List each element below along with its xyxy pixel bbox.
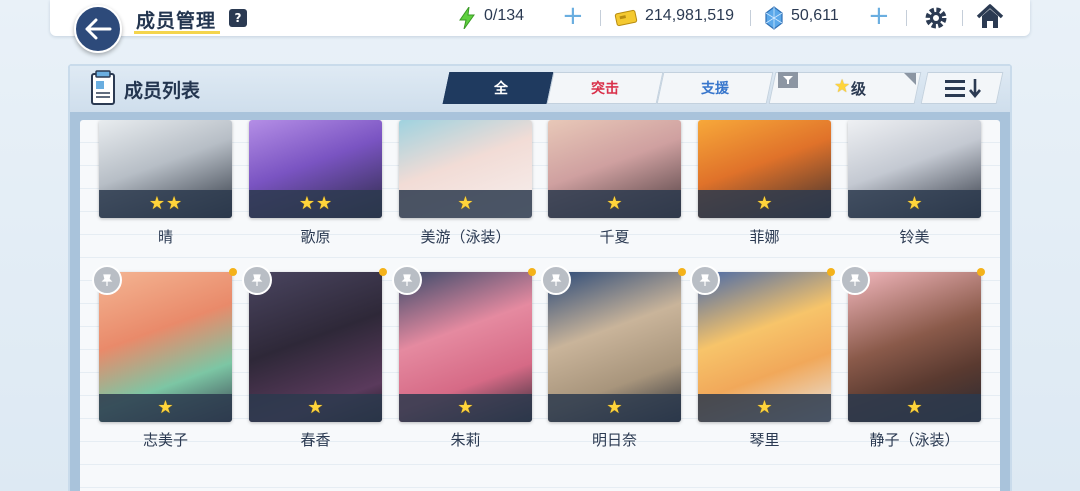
student-name: 菲娜 xyxy=(749,228,780,246)
star-bar: ★ xyxy=(698,190,831,218)
notification-dot xyxy=(977,268,985,276)
star-icon: ★ xyxy=(457,193,474,214)
student-portrait: ★ xyxy=(698,272,831,422)
star-icon: ★ xyxy=(316,193,333,214)
filter-label: 级 xyxy=(851,80,867,98)
notification-dot xyxy=(379,268,387,276)
star-bar: ★ xyxy=(848,190,981,218)
help-icon[interactable]: ? xyxy=(229,9,247,27)
add-pyroxene-button[interactable]: + xyxy=(868,3,890,29)
star-bar: ★ xyxy=(548,394,681,422)
star-bar: ★ xyxy=(848,394,981,422)
star-bar: ★ xyxy=(399,190,532,218)
student-portrait: ★ xyxy=(848,120,981,218)
add-ap-button[interactable]: + xyxy=(562,3,584,29)
student-portrait: ★ ★ xyxy=(249,120,382,218)
ap-value: 0/134 xyxy=(484,7,525,24)
star-icon: ★ xyxy=(756,397,773,418)
student-name: 春香 xyxy=(300,431,331,449)
corner-triangle-icon xyxy=(904,73,916,85)
notification-dot xyxy=(678,268,686,276)
star-icon: ★ xyxy=(457,397,474,418)
star-icon: ★ xyxy=(906,193,923,214)
gear-icon[interactable] xyxy=(923,5,949,31)
star-icon: ★ xyxy=(166,193,183,214)
student-name: 静子（泳装） xyxy=(869,431,960,449)
student-portrait: ★ xyxy=(548,120,681,218)
student-name: 铃美 xyxy=(899,228,930,246)
student-portrait: ★ xyxy=(399,120,532,218)
pin-icon[interactable] xyxy=(690,265,720,295)
student-portrait: ★ xyxy=(698,120,831,218)
student-name: 明日奈 xyxy=(591,431,637,449)
star-bar: ★ xyxy=(399,394,532,422)
star-icon: ★ xyxy=(606,193,623,214)
tab-all[interactable]: 全 xyxy=(442,72,560,104)
credit-icon xyxy=(614,9,638,27)
star-icon: ★ xyxy=(906,397,923,418)
student-portrait: ★ ★ xyxy=(99,120,232,218)
pin-icon[interactable] xyxy=(92,265,122,295)
student-portrait: ★ xyxy=(399,272,532,422)
lightning-icon xyxy=(459,7,475,29)
divider xyxy=(600,10,601,26)
pin-icon[interactable] xyxy=(840,265,870,295)
home-icon[interactable] xyxy=(976,4,1004,30)
tab-label: 支援 xyxy=(701,81,729,97)
star-bar: ★ ★ xyxy=(249,190,382,218)
credits-value: 214,981,519 xyxy=(645,7,734,24)
student-list[interactable]: ★ ★ 晴 ★ ★ 歌原 ★ 美游（泳装） ★ 千夏 ★ 菲娜 ★ 铃美 ★ 志… xyxy=(80,120,1000,491)
star-icon: ★ xyxy=(157,397,174,418)
tab-label: 全 xyxy=(494,81,508,97)
filter-icon xyxy=(778,72,798,88)
student-portrait: ★ xyxy=(848,272,981,422)
star-bar: ★ xyxy=(249,394,382,422)
star-icon: ★ xyxy=(606,397,623,418)
title-underline xyxy=(134,31,220,34)
student-name: 晴 xyxy=(157,228,173,246)
panel-title: 成员列表 xyxy=(124,80,201,102)
student-name: 歌原 xyxy=(300,228,331,246)
student-name: 志美子 xyxy=(142,431,188,449)
star-icon: ★ xyxy=(756,193,773,214)
student-name: 美游（泳装） xyxy=(420,228,511,246)
star-icon: ★ xyxy=(298,193,315,214)
star-bar: ★ xyxy=(698,394,831,422)
star-icon: ★ xyxy=(148,193,165,214)
page-title: 成员管理 xyxy=(136,10,217,32)
star-bar: ★ xyxy=(99,394,232,422)
student-portrait: ★ xyxy=(548,272,681,422)
back-button[interactable] xyxy=(74,5,122,53)
star-bar: ★ xyxy=(548,190,681,218)
arrow-left-icon xyxy=(85,18,112,40)
student-name: 琴里 xyxy=(749,431,780,449)
roster-icon xyxy=(91,70,115,105)
student-portrait: ★ xyxy=(99,272,232,422)
pyroxene-value: 50,611 xyxy=(791,7,839,24)
pin-icon[interactable] xyxy=(242,265,272,295)
divider xyxy=(906,10,907,26)
star-icon: ★ xyxy=(834,76,851,97)
star-icon: ★ xyxy=(307,397,324,418)
student-portrait: ★ xyxy=(249,272,382,422)
tab-striker[interactable]: 突击 xyxy=(546,72,664,104)
notification-dot xyxy=(229,268,237,276)
divider xyxy=(962,10,963,26)
student-name: 朱莉 xyxy=(450,431,481,449)
notification-dot xyxy=(827,268,835,276)
star-bar: ★ ★ xyxy=(99,190,232,218)
tab-label: 突击 xyxy=(591,81,619,97)
student-name: 千夏 xyxy=(599,228,630,246)
divider xyxy=(750,10,751,26)
pyroxene-icon xyxy=(765,6,783,30)
pin-icon[interactable] xyxy=(392,265,422,295)
sort-icon xyxy=(945,79,981,98)
notification-dot xyxy=(528,268,536,276)
pin-icon[interactable] xyxy=(541,265,571,295)
tab-support[interactable]: 支援 xyxy=(656,72,774,104)
